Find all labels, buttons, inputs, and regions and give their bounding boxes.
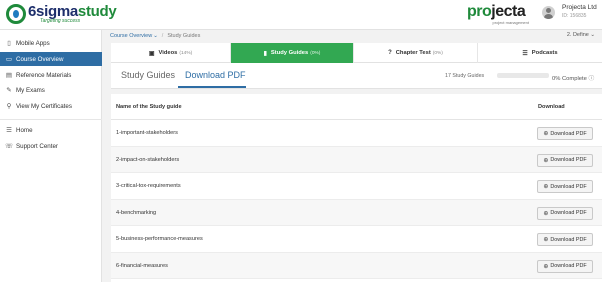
download-pdf-button[interactable]: ⊕ Download PDF [537, 259, 593, 273]
download-pdf-button[interactable]: ⊕ Download PDF [537, 233, 593, 246]
sidebar-item-support-center[interactable]: ☏ Support Center [0, 139, 102, 153]
sidebar-item-mobile-apps[interactable]: ▯ Mobile Apps [0, 36, 102, 50]
document-icon: ▤ [5, 72, 13, 79]
sidebar-item-label: Support Center [16, 142, 58, 150]
tab-label: Study Guides [270, 50, 309, 56]
partner-tagline: project management [492, 20, 529, 25]
download-icon: ⊕ [543, 263, 549, 270]
support-icon: ☏ [5, 143, 14, 150]
study-guide-name: 1-important-stakeholders [116, 130, 178, 136]
completion-percent: 0% Complete ⓘ [552, 75, 595, 82]
sidebar-item-label: Course Overview [16, 55, 64, 63]
table-row: 1-important-stakeholders ⊕ Download PDF [111, 120, 602, 147]
partner-name-dark: jecta [491, 3, 526, 20]
subtab-download-pdf[interactable]: Download PDF [185, 70, 246, 80]
study-guides-table: Name of the Study guide Download 1-impor… [111, 94, 602, 282]
table-row: 6-financial-measures ⊕ Download PDF [111, 252, 602, 279]
tab-label: Podcasts [531, 50, 558, 56]
sidebar-divider [0, 119, 102, 120]
sidebar-item-reference-materials[interactable]: ▤ Reference Materials [0, 68, 102, 82]
sidebar-item-view-my-certificates[interactable]: ⚲ View My Certificates [0, 99, 102, 113]
study-guide-name: 5-business-performance-measures [116, 236, 203, 242]
info-icon[interactable]: ⓘ [588, 76, 594, 82]
tab-progress: (14%) [179, 50, 193, 56]
study-guide-name: 2-impact-on-stakeholders [116, 156, 180, 163]
6sigma-logo-icon [6, 4, 26, 24]
sidebar-item-label: View My Certificates [16, 102, 72, 110]
sidebar-item-course-overview[interactable]: ▭ Course Overview [0, 52, 102, 66]
section-dropdown[interactable]: 2. Define ⌄ [567, 32, 595, 38]
sidebar-item-label: Home [16, 126, 33, 134]
study-guide-name: 6-financial-measures [116, 262, 168, 269]
column-header-name: Name of the Study guide [116, 104, 182, 110]
tab-label: Chapter Test [395, 50, 431, 56]
table-header: Name of the Study guide Download [111, 94, 602, 120]
completion-progress-bar [497, 73, 549, 78]
question-icon: ? [388, 50, 392, 56]
subtab-study-guides[interactable]: Study Guides [121, 70, 175, 80]
book-icon: ▮ [263, 50, 267, 57]
download-icon: ⊕ [543, 237, 549, 243]
breadcrumb-course-overview[interactable]: Course Overview [110, 33, 152, 39]
table-row: 5-business-performance-measures ⊕ Downloa… [111, 226, 602, 253]
breadcrumb-current: Study Guides [167, 33, 201, 39]
tab-chapter-test[interactable]: ? Chapter Test (0%) [354, 43, 478, 63]
edit-icon: ✎ [6, 87, 12, 94]
tab-videos[interactable]: ▣ Videos (14%) [111, 43, 231, 63]
tab-progress: (0%) [432, 50, 443, 56]
chevron-down-icon[interactable]: ⌄ [153, 33, 158, 39]
tab-progress: (0%) [310, 50, 321, 56]
tab-study-guides[interactable]: ▮ Study Guides (0%) [231, 43, 354, 63]
download-pdf-button[interactable]: ⊕ Download PDF [537, 180, 593, 193]
study-guide-count: 17 Study Guides [445, 73, 485, 79]
list-icon: ☰ [6, 127, 12, 134]
download-icon: ⊕ [543, 210, 549, 217]
sidebar-item-my-exams[interactable]: ✎ My Exams [0, 83, 102, 97]
user-menu[interactable]: Projecta Ltd ID: 156835 [542, 4, 597, 19]
download-pdf-button[interactable]: ⊕ Download PDF [537, 206, 593, 220]
video-icon: ▣ [148, 50, 155, 57]
logo-brand-accent: study [77, 3, 117, 20]
study-guide-name: 3-critical-tox-requirements [116, 183, 181, 189]
sidebar-item-home[interactable]: ☰ Home [0, 123, 102, 137]
projecta-logo: projecta project management [467, 3, 529, 27]
table-row: 2-impact-on-stakeholders ⊕ Download PDF [111, 146, 602, 173]
monitor-icon: ▭ [5, 56, 13, 63]
6sigmastudy-logo[interactable]: 6sigmastudy Targeting success [6, 3, 117, 26]
tab-label: Videos [158, 50, 178, 56]
sidebar-item-label: Reference Materials [16, 71, 72, 79]
download-pdf-button[interactable]: ⊕ Download PDF [537, 127, 593, 140]
certificate-icon: ⚲ [6, 103, 12, 110]
tab-podcasts[interactable]: ☰ Podcasts [478, 43, 602, 63]
user-id: ID: 156835 [562, 12, 587, 19]
download-icon: ⊕ [543, 131, 549, 137]
column-header-download: Download [538, 104, 565, 110]
active-subtab-underline [178, 86, 246, 88]
sidebar-item-label: Mobile Apps [16, 39, 50, 47]
download-icon: ⊕ [543, 157, 549, 164]
download-pdf-button[interactable]: ⊕ Download PDF [537, 153, 593, 167]
partner-name-green: pro [467, 3, 492, 20]
top-bar: 6sigmastudy Targeting success projecta p… [0, 0, 602, 30]
avatar[interactable] [542, 6, 555, 19]
study-guide-name: 4-benchmarking [116, 209, 157, 216]
content-tabs: ▣ Videos (14%) ▮ Study Guides (0%) ? Cha… [111, 43, 602, 63]
download-icon: ⊕ [543, 184, 549, 190]
breadcrumb: Course Overview ⌄ / Study Guides 2. Defi… [104, 30, 602, 42]
table-row: 4-benchmarking ⊕ Download PDF [111, 199, 602, 226]
breadcrumb-separator: / [161, 33, 164, 39]
mobile-icon: ▯ [7, 40, 11, 47]
podcast-icon: ☰ [522, 50, 528, 57]
table-row: 3-critical-tox-requirements ⊕ Download PD… [111, 173, 602, 200]
sidebar-item-label: My Exams [16, 86, 45, 94]
user-name: Projecta Ltd [562, 4, 597, 11]
sidebar: ▯ Mobile Apps ▭ Course Overview ▤ Refere… [0, 30, 102, 282]
